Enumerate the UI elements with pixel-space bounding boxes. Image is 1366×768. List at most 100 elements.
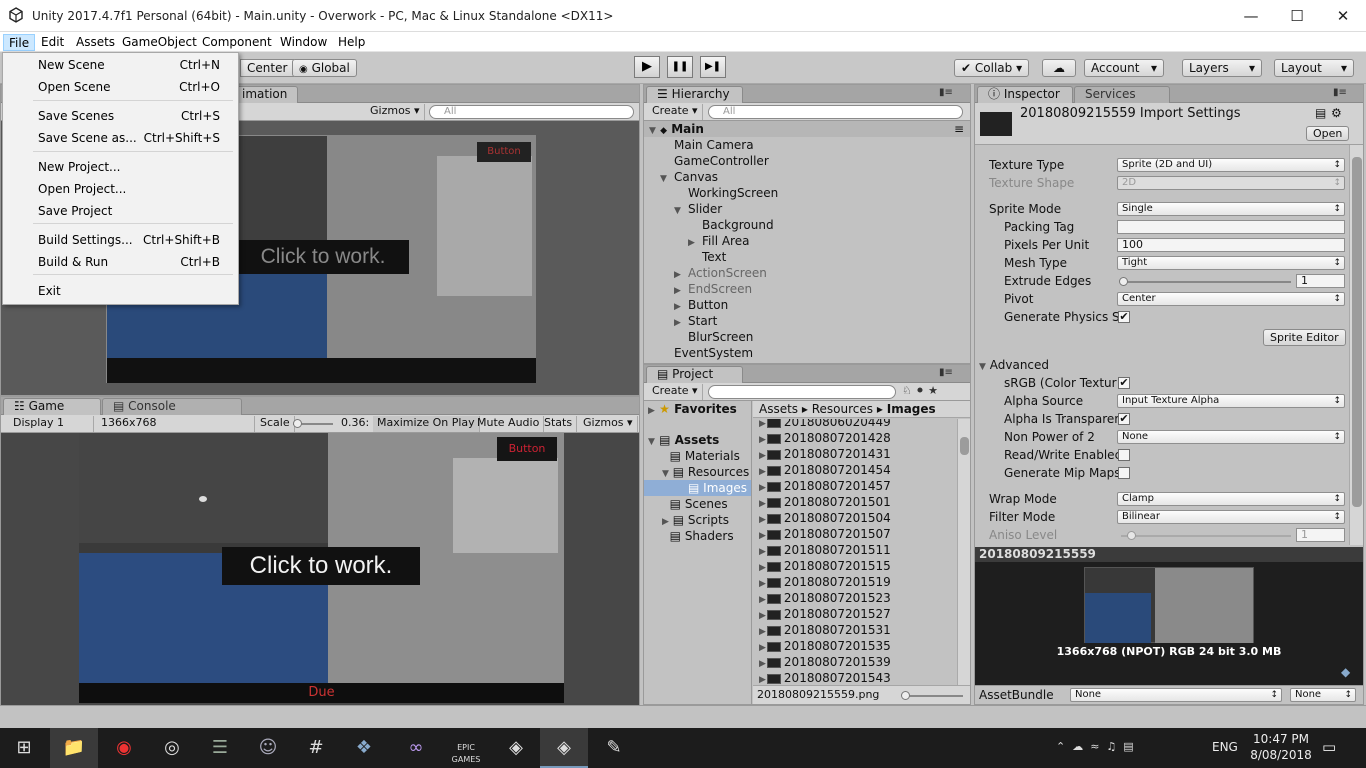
file-item[interactable]: ▶ 20180807201504 <box>759 510 891 526</box>
unity-hub-icon[interactable]: ◈ <box>492 728 540 768</box>
hierarchy-item[interactable]: EventSystem <box>660 345 753 361</box>
menu-window[interactable]: Window <box>275 34 332 51</box>
hierarchy-item[interactable]: ▶ ActionScreen <box>674 265 767 281</box>
scrollbar-thumb[interactable] <box>1352 157 1362 507</box>
hierarchy-item[interactable]: ▶ Button <box>674 297 728 313</box>
hierarchy-item[interactable]: ▶ Start <box>674 313 717 329</box>
filter-mode-dropdown[interactable]: Bilinear <box>1117 510 1345 524</box>
file-item[interactable]: ▶ 20180807201535 <box>759 638 891 654</box>
system-tray-icons[interactable]: ⌃ ☁ ≈ ♫ ▤ <box>1056 740 1134 753</box>
file-explorer-icon[interactable]: 📁 <box>50 728 98 768</box>
clock-date[interactable]: 8/08/2018 <box>1250 748 1312 762</box>
expand-icon[interactable]: ▶ <box>759 659 766 669</box>
file-item[interactable]: ▶ 20180807201501 <box>759 494 891 510</box>
minimize-button[interactable]: — <box>1228 0 1274 32</box>
breadcrumb-images[interactable]: Images <box>887 402 936 416</box>
file-menu-item[interactable]: Build & Run Ctrl+B <box>4 252 237 272</box>
hierarchy-item[interactable]: ▼ Slider <box>674 201 722 217</box>
spotify-icon[interactable]: ☰ <box>196 728 244 768</box>
hierarchy-item[interactable]: ▶ Fill Area <box>688 233 749 249</box>
pivot-dropdown[interactable]: Center <box>1117 292 1345 306</box>
file-item[interactable]: ▶ 20180807201527 <box>759 606 891 622</box>
scene-menu-icon[interactable]: ≡ <box>954 121 964 137</box>
breadcrumb-resources[interactable]: Resources <box>812 402 873 416</box>
obs-icon[interactable]: ◎ <box>148 728 196 768</box>
assets-row[interactable]: ▼ ▤ Assets <box>648 432 719 448</box>
hierarchy-item[interactable]: WorkingScreen <box>674 185 778 201</box>
file-item[interactable]: ▶ 20180806020449 <box>759 419 891 430</box>
advanced-foldout[interactable]: ▼ Advanced <box>979 356 1049 376</box>
expand-icon[interactable]: ▶ <box>759 419 766 429</box>
aniso-level-slider[interactable] <box>1121 531 1291 540</box>
expand-icon[interactable]: ▶ <box>759 451 766 461</box>
hierarchy-item[interactable]: Background <box>688 217 774 233</box>
game-view[interactable]: Click to work. Button Due <box>1 433 639 705</box>
file-menu-item[interactable]: Exit <box>4 281 237 301</box>
scene-root-row[interactable]: ▼ ◆ Main ≡ <box>644 121 970 137</box>
breadcrumb-assets[interactable]: Assets <box>759 402 798 416</box>
expand-icon[interactable]: ▶ <box>759 483 766 493</box>
folder-resources[interactable]: ▼ ▤ Resources <box>662 464 749 480</box>
expand-icon[interactable]: ▶ <box>759 467 766 477</box>
resolution-dropdown[interactable]: 1366x768 <box>97 416 255 432</box>
scene-search-input[interactable]: All <box>429 105 634 119</box>
tab-project[interactable]: ▤ Project <box>646 366 743 383</box>
file-menu-item[interactable]: New Project... <box>4 157 237 177</box>
expand-icon[interactable]: ▶ <box>759 643 766 653</box>
file-item[interactable]: ▶ 20180807201431 <box>759 446 891 462</box>
read-write-checkbox[interactable] <box>1118 449 1130 461</box>
file-menu-item[interactable]: Save Scenes Ctrl+S <box>4 106 237 126</box>
file-item[interactable]: ▶ 20180807201454 <box>759 462 891 478</box>
file-menu-item[interactable]: Open Scene Ctrl+O <box>4 77 237 97</box>
menu-edit[interactable]: Edit <box>36 34 69 51</box>
file-item[interactable]: ▶ 20180807201519 <box>759 574 891 590</box>
app-tool-icon[interactable]: ✎ <box>590 728 638 768</box>
display-dropdown[interactable]: Display 1 <box>9 416 94 432</box>
global-toggle-button[interactable]: ◉ Global <box>292 59 357 77</box>
expand-icon[interactable]: ▶ <box>759 563 766 573</box>
tab-services[interactable]: Services <box>1074 86 1170 103</box>
menu-component[interactable]: Component <box>197 34 277 51</box>
pixels-per-unit-field[interactable]: 100 <box>1117 238 1345 252</box>
play-button[interactable]: ▶ <box>634 56 660 78</box>
generate-physics-checkbox[interactable]: ✔ <box>1118 311 1130 323</box>
menu-help[interactable]: Help <box>333 34 370 51</box>
wrap-mode-dropdown[interactable]: Clamp <box>1117 492 1345 506</box>
notifications-icon[interactable]: ▭ <box>1322 738 1336 756</box>
help-icon[interactable]: ▤ <box>1315 106 1326 120</box>
file-item[interactable]: ▶ 20180807201511 <box>759 542 891 558</box>
assetbundle-variant-dropdown[interactable]: None <box>1290 688 1356 702</box>
packing-tag-field[interactable] <box>1117 220 1345 234</box>
file-item[interactable]: ▶ 20180807201539 <box>759 654 891 670</box>
pivot-center-button[interactable]: Center <box>240 59 295 77</box>
lock-icon[interactable]: ▮≡ <box>939 87 953 98</box>
maximize-on-play-toggle[interactable]: Maximize On Play <box>373 416 480 432</box>
filter-icons[interactable]: ♘ ⚫ ★ <box>902 384 938 397</box>
file-menu-item[interactable]: Save Project <box>4 201 237 221</box>
favorites-row[interactable]: ▶ ★ Favorites <box>648 401 737 417</box>
aniso-level-field[interactable]: 1 <box>1296 528 1345 542</box>
account-dropdown[interactable]: Account ▾ <box>1084 59 1164 77</box>
expand-icon[interactable]: ▼ <box>674 203 688 219</box>
sprite-editor-button[interactable]: Sprite Editor <box>1263 329 1346 346</box>
assetbundle-dropdown[interactable]: None <box>1070 688 1282 702</box>
file-item[interactable]: ▶ 20180807201523 <box>759 590 891 606</box>
inspector-scrollbar[interactable] <box>1349 145 1363 545</box>
srgb-checkbox[interactable]: ✔ <box>1118 377 1130 389</box>
project-search-input[interactable] <box>708 385 896 399</box>
game-gizmos-button[interactable]: Gizmos ▾ <box>579 416 638 432</box>
lock-icon[interactable]: ▮≡ <box>939 367 953 378</box>
slider-handle[interactable] <box>1127 531 1136 540</box>
tab-hierarchy[interactable]: ☰ Hierarchy <box>646 86 743 103</box>
texture-type-dropdown[interactable]: Sprite (2D and UI) <box>1117 158 1345 172</box>
close-button[interactable]: ✕ <box>1320 0 1366 32</box>
layout-dropdown[interactable]: Layout ▾ <box>1274 59 1354 77</box>
expand-icon[interactable]: ▶ <box>759 547 766 557</box>
folder-shaders[interactable]: ▤ Shaders <box>662 528 734 544</box>
scene-gizmos-button[interactable]: Gizmos ▾ <box>366 104 425 120</box>
tab-inspector[interactable]: ⓘ Inspector <box>977 86 1073 103</box>
alpha-transparency-checkbox[interactable]: ✔ <box>1118 413 1130 425</box>
folder-scenes[interactable]: ▤ Scenes <box>662 496 728 512</box>
scale-slider-handle[interactable] <box>293 419 302 428</box>
collab-button[interactable]: ✔ Collab ▾ <box>954 59 1030 77</box>
